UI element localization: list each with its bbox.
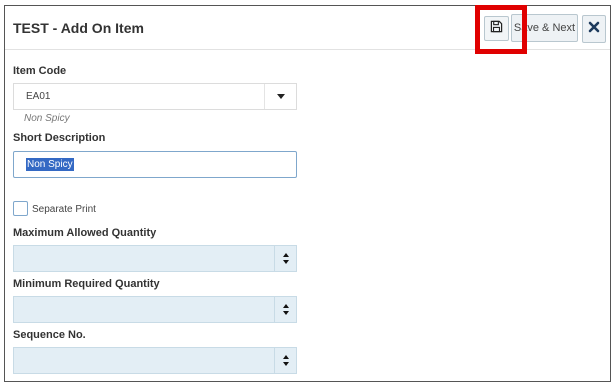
dialog-title: TEST - Add On Item	[13, 20, 144, 36]
close-button[interactable]	[582, 15, 606, 43]
maximum-allowed-quantity-spinner[interactable]	[274, 246, 296, 271]
sequence-no-label: Sequence No.	[13, 329, 86, 341]
floppy-disk-icon	[490, 20, 503, 38]
chevron-down-icon[interactable]	[264, 84, 296, 109]
spin-up-icon[interactable]	[282, 355, 289, 359]
dialog-header: TEST - Add On Item Save & Next	[5, 5, 610, 54]
short-description-value: Non Spicy	[26, 158, 74, 171]
maximum-allowed-quantity-input[interactable]	[13, 245, 297, 272]
spin-down-icon[interactable]	[282, 260, 289, 264]
item-code-value: EA01	[26, 91, 51, 102]
item-code-select[interactable]: EA01	[13, 83, 297, 110]
maximum-allowed-quantity-label: Maximum Allowed Quantity	[13, 227, 157, 239]
sequence-no-spinner[interactable]	[274, 348, 296, 373]
minimum-required-quantity-input[interactable]	[13, 296, 297, 323]
separate-print-label[interactable]: Separate Print	[32, 204, 96, 215]
save-button[interactable]	[484, 16, 509, 41]
short-description-label: Short Description	[13, 132, 106, 144]
spin-down-icon[interactable]	[282, 362, 289, 366]
short-description-input[interactable]: Non Spicy	[13, 151, 297, 178]
close-x-icon	[588, 20, 600, 38]
item-code-hint: Non Spicy	[24, 113, 70, 124]
spin-up-icon[interactable]	[282, 304, 289, 308]
save-and-next-label: Save & Next	[513, 22, 576, 34]
item-code-label: Item Code	[13, 65, 67, 77]
add-on-item-dialog: TEST - Add On Item Save & Next Item Code	[4, 5, 611, 382]
spin-up-icon[interactable]	[282, 253, 289, 257]
minimum-required-quantity-spinner[interactable]	[274, 297, 296, 322]
spin-down-icon[interactable]	[282, 311, 289, 315]
separate-print-checkbox[interactable]	[13, 201, 28, 216]
minimum-required-quantity-label: Minimum Required Quantity	[13, 278, 160, 290]
save-and-next-button[interactable]: Save & Next	[511, 14, 578, 42]
sequence-no-input[interactable]	[13, 347, 297, 374]
